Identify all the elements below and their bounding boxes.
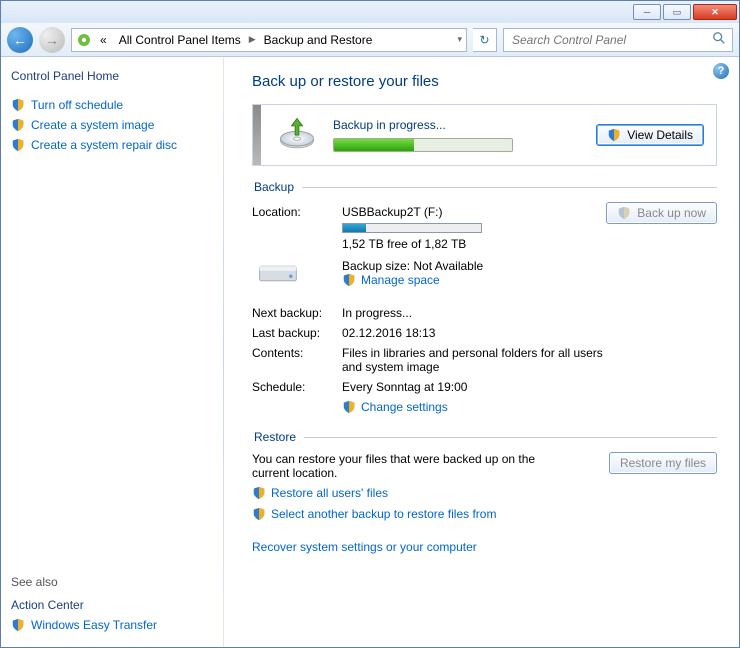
breadcrumb-prefix: « [96, 31, 111, 49]
drive-usage-fill [343, 224, 366, 232]
chevron-right-icon: ▶ [249, 34, 256, 45]
easy-transfer-link[interactable]: Windows Easy Transfer [11, 615, 213, 635]
restore-my-files-button[interactable]: Restore my files [609, 452, 717, 474]
backup-progress-icon [275, 113, 319, 157]
control-panel-icon [76, 32, 92, 48]
shield-icon [11, 98, 25, 112]
shield-icon [11, 138, 25, 152]
body: Control Panel Home Turn off schedule Cre… [1, 57, 739, 647]
shield-icon [252, 507, 266, 521]
nav-toolbar: ← → « All Control Panel Items ▶ Backup a… [1, 23, 739, 57]
page-title: Back up or restore your files [252, 73, 717, 90]
create-system-image-link[interactable]: Create a system image [11, 115, 213, 135]
schedule-label: Schedule: [252, 380, 342, 394]
select-another-backup-link[interactable]: Select another backup to restore files f… [252, 507, 496, 521]
search-input[interactable] [510, 32, 726, 48]
titlebar: ─ ▭ ✕ [1, 1, 739, 23]
task-label: Turn off schedule [31, 98, 123, 112]
view-details-button[interactable]: View Details [596, 124, 704, 146]
button-label: View Details [627, 128, 693, 142]
back-button[interactable]: ← [7, 27, 33, 53]
next-backup-label: Next backup: [252, 306, 342, 320]
create-repair-disc-link[interactable]: Create a system repair disc [11, 135, 213, 155]
close-button[interactable]: ✕ [693, 4, 737, 20]
drive-free-text: 1,52 TB free of 1,82 TB [342, 237, 606, 251]
see-also-label: See also [11, 575, 213, 589]
minimize-button[interactable]: ─ [633, 4, 661, 20]
contents-value: Files in libraries and personal folders … [342, 346, 622, 374]
search-icon [712, 31, 726, 48]
link-label: Action Center [11, 598, 84, 612]
contents-label: Contents: [252, 346, 342, 360]
breadcrumb-parent[interactable]: All Control Panel Items [115, 31, 245, 49]
address-bar[interactable]: « All Control Panel Items ▶ Backup and R… [71, 28, 467, 52]
link-label: Change settings [361, 400, 448, 414]
link-label: Restore all users' files [271, 486, 388, 500]
shield-icon [342, 400, 356, 414]
window: ─ ▭ ✕ ← → « All Control Panel Items ▶ Ba… [0, 0, 740, 648]
help-icon[interactable]: ? [713, 63, 729, 79]
shield-icon [11, 618, 25, 632]
maximize-button[interactable]: ▭ [663, 4, 691, 20]
shield-icon [11, 118, 25, 132]
control-panel-home-link[interactable]: Control Panel Home [11, 69, 213, 83]
progress-bar [333, 138, 513, 152]
accent-bar [253, 105, 261, 165]
drive-usage-bar [342, 223, 482, 233]
next-backup-value: In progress... [342, 306, 717, 320]
action-center-link[interactable]: Action Center [11, 595, 213, 615]
button-label: Restore my files [620, 456, 706, 470]
backup-legend: Backup [252, 180, 302, 194]
backup-now-button[interactable]: Back up now [606, 202, 717, 224]
change-settings-link[interactable]: Change settings [342, 400, 448, 414]
restore-legend: Restore [252, 430, 304, 444]
link-label: Windows Easy Transfer [31, 618, 157, 632]
progress-label: Backup in progress... [333, 118, 582, 132]
recover-system-link[interactable]: Recover system settings or your computer [252, 540, 717, 554]
restore-all-users-link[interactable]: Restore all users' files [252, 486, 388, 500]
progress-text: Backup in progress... [333, 118, 582, 152]
restore-desc: You can restore your files that were bac… [252, 452, 552, 480]
backup-size-text: Backup size: Not Available [342, 259, 606, 273]
manage-space-link[interactable]: Manage space [342, 273, 440, 287]
drive-icon [256, 257, 300, 289]
shield-icon [617, 206, 631, 220]
progress-fill [334, 139, 414, 151]
shield-icon [252, 486, 266, 500]
link-label: Select another backup to restore files f… [271, 507, 496, 521]
shield-icon [342, 273, 356, 287]
forward-button[interactable]: → [39, 27, 65, 53]
breadcrumb: « All Control Panel Items ▶ Backup and R… [96, 31, 453, 49]
restore-section: Restore You can restore your files that … [252, 430, 717, 554]
refresh-button[interactable]: ↻ [473, 28, 497, 52]
breadcrumb-leaf[interactable]: Backup and Restore [260, 31, 377, 49]
link-label: Manage space [361, 273, 440, 287]
task-label: Create a system repair disc [31, 138, 177, 152]
chevron-down-icon[interactable]: ▾ [457, 34, 462, 45]
sidebar: Control Panel Home Turn off schedule Cre… [1, 57, 223, 647]
search-box[interactable] [503, 28, 733, 52]
last-backup-value: 02.12.2016 18:13 [342, 326, 717, 340]
location-value: USBBackup2T (F:) [342, 205, 606, 219]
last-backup-label: Last backup: [252, 326, 342, 340]
shield-icon [607, 128, 621, 142]
progress-panel: Backup in progress... View Details [252, 104, 717, 166]
turn-off-schedule-link[interactable]: Turn off schedule [11, 95, 213, 115]
content-area: ? Back up or restore your files Backup i… [224, 57, 739, 647]
backup-section: Backup Back up now Location: USBBackup2T… [252, 180, 717, 420]
schedule-value: Every Sonntag at 19:00 [342, 380, 717, 394]
task-label: Create a system image [31, 118, 154, 132]
button-label: Back up now [637, 206, 706, 220]
